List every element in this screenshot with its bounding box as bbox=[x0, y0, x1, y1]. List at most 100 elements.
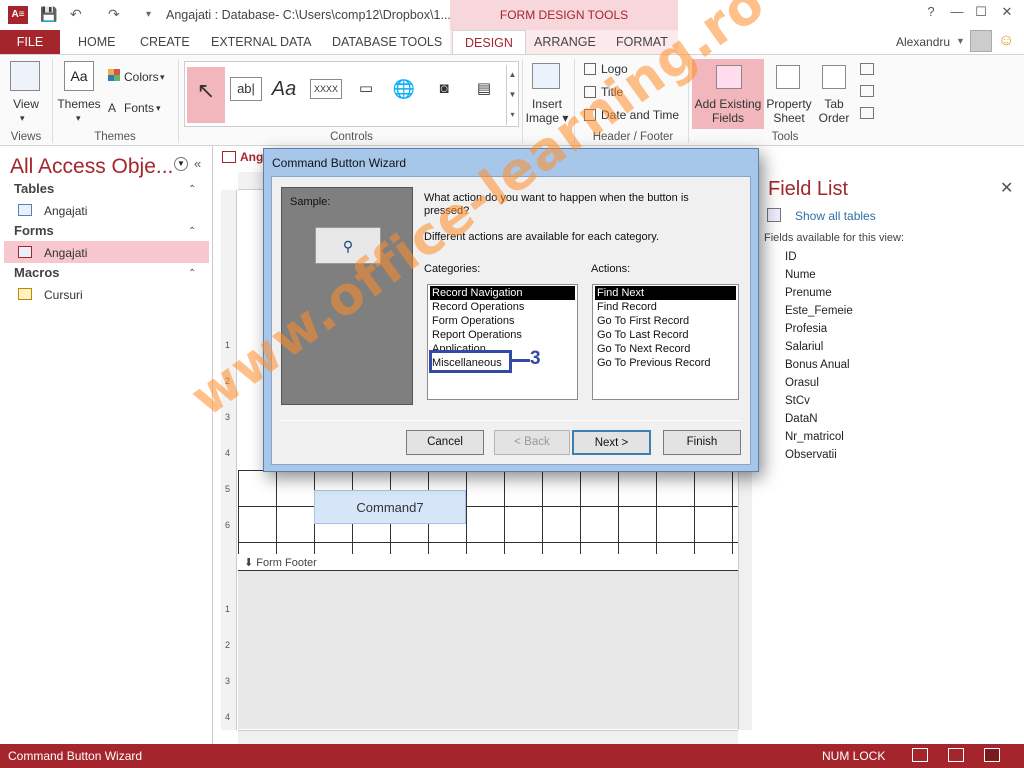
field-item[interactable]: Salariul bbox=[785, 341, 823, 353]
close-icon[interactable]: ✕ bbox=[1000, 178, 1013, 198]
show-all-tables-link[interactable]: Show all tables bbox=[795, 209, 876, 223]
view-dropdown-icon[interactable]: ▾ bbox=[20, 111, 25, 125]
web-browser-control-icon[interactable]: ◙ bbox=[428, 73, 460, 105]
date-time-icon[interactable] bbox=[584, 109, 596, 121]
form-view-icon[interactable] bbox=[912, 748, 928, 762]
category-item[interactable]: Record Operations bbox=[430, 300, 526, 314]
tab-order-button[interactable]: Tab Order bbox=[816, 97, 852, 125]
command-button-control[interactable]: Command7 bbox=[314, 490, 466, 524]
category-item[interactable]: Form Operations bbox=[430, 314, 517, 328]
action-item[interactable]: Go To Next Record bbox=[595, 342, 692, 356]
title-button[interactable]: Title bbox=[601, 85, 623, 99]
field-item[interactable]: Profesia bbox=[785, 323, 827, 335]
minimize-icon[interactable]: — bbox=[946, 4, 968, 24]
view-icon[interactable] bbox=[10, 61, 40, 91]
user-name[interactable]: Alexandru bbox=[896, 35, 950, 49]
field-item[interactable]: StCv bbox=[785, 395, 810, 407]
pointer-icon[interactable]: ↖ bbox=[190, 75, 222, 107]
collapse-tables-icon[interactable]: ⌃ bbox=[188, 184, 196, 195]
property-sheet-icon[interactable] bbox=[776, 65, 800, 89]
colors-dropdown-icon[interactable]: ▾ bbox=[160, 70, 165, 84]
tab-control-icon[interactable]: ▭ bbox=[350, 73, 382, 105]
back-button[interactable]: < Back bbox=[494, 430, 570, 455]
next-button[interactable]: Next > bbox=[572, 430, 651, 455]
save-icon[interactable]: 💾 bbox=[40, 6, 57, 23]
nav-section-forms[interactable]: Forms bbox=[14, 223, 54, 238]
nav-item-table-angajati[interactable]: Angajati bbox=[44, 204, 87, 218]
subform-icon[interactable] bbox=[860, 63, 874, 75]
nav-item-macro-cursuri[interactable]: Cursuri bbox=[44, 288, 83, 302]
insert-image-button[interactable]: Insert Image ▾ bbox=[524, 97, 570, 125]
logo-button[interactable]: Logo bbox=[601, 62, 628, 76]
nav-item-form-angajati[interactable]: Angajati bbox=[44, 246, 87, 260]
tab-arrange[interactable]: ARRANGE bbox=[522, 30, 608, 54]
collapse-forms-icon[interactable]: ⌃ bbox=[188, 226, 196, 237]
undo-icon[interactable]: ↶ bbox=[70, 6, 82, 23]
show-all-tables-icon[interactable] bbox=[767, 208, 781, 222]
category-item[interactable]: Record Navigation bbox=[430, 286, 575, 300]
tab-file[interactable]: FILE bbox=[0, 30, 60, 54]
action-item[interactable]: Go To Previous Record bbox=[595, 356, 713, 370]
close-window-icon[interactable]: ✕ bbox=[996, 4, 1018, 24]
customize-qat-icon[interactable]: ▾ bbox=[146, 9, 151, 20]
tab-external-data[interactable]: EXTERNAL DATA bbox=[199, 30, 323, 54]
fonts-dropdown-icon[interactable]: ▾ bbox=[156, 101, 161, 115]
view-code-icon[interactable] bbox=[860, 85, 874, 97]
themes-dropdown-icon[interactable]: ▾ bbox=[76, 111, 81, 125]
detail-section-grid[interactable] bbox=[238, 470, 738, 554]
action-item[interactable]: Find Next bbox=[595, 286, 736, 300]
action-item[interactable]: Find Record bbox=[595, 300, 659, 314]
action-item[interactable]: Go To Last Record bbox=[595, 328, 691, 342]
nav-pane-title[interactable]: All Access Obje... bbox=[10, 155, 173, 179]
colors-icon[interactable] bbox=[108, 69, 120, 81]
design-view-icon[interactable] bbox=[984, 748, 1000, 762]
navigation-control-icon[interactable]: ▤ bbox=[468, 73, 500, 105]
textbox-control-icon[interactable]: ab| bbox=[230, 77, 262, 101]
avatar[interactable] bbox=[970, 30, 992, 52]
add-existing-fields-button[interactable]: Add Existing Fields bbox=[692, 97, 764, 125]
logo-icon[interactable] bbox=[584, 63, 596, 75]
form-footer-bar[interactable]: ⬇ Form Footer bbox=[238, 555, 738, 571]
fonts-icon[interactable]: A bbox=[108, 101, 116, 115]
collapse-macros-icon[interactable]: ⌃ bbox=[188, 268, 196, 279]
redo-icon[interactable]: ↷ bbox=[108, 6, 120, 23]
nav-menu-icon[interactable]: ▼ bbox=[174, 157, 188, 171]
document-tab[interactable]: Ang bbox=[240, 150, 263, 164]
button-control-icon[interactable]: XXXX bbox=[310, 79, 342, 99]
field-item[interactable]: Observatii bbox=[785, 449, 837, 461]
field-item[interactable]: Orasul bbox=[785, 377, 819, 389]
nav-section-tables[interactable]: Tables bbox=[14, 181, 54, 196]
user-dropdown-icon[interactable]: ▼ bbox=[956, 36, 965, 46]
themes-button[interactable]: Themes bbox=[56, 97, 102, 111]
category-item[interactable]: Application bbox=[430, 342, 488, 350]
field-item[interactable]: Nr_matricol bbox=[785, 431, 844, 443]
field-item[interactable]: Bonus Anual bbox=[785, 359, 850, 371]
insert-image-icon[interactable] bbox=[532, 63, 560, 89]
horizontal-scrollbar[interactable] bbox=[238, 730, 738, 744]
categories-listbox[interactable]: Record Navigation Record Operations Form… bbox=[427, 284, 578, 400]
date-time-button[interactable]: Date and Time bbox=[601, 108, 679, 122]
tab-design[interactable]: DESIGN bbox=[452, 30, 526, 54]
tab-home[interactable]: HOME bbox=[66, 30, 128, 54]
hyperlink-control-icon[interactable]: 🌐 bbox=[388, 73, 420, 105]
colors-button[interactable]: Colors bbox=[124, 70, 159, 84]
gallery-scroll[interactable]: ▲ ▼ ▾ bbox=[506, 65, 518, 125]
themes-icon[interactable]: Aa bbox=[64, 61, 94, 91]
tab-database-tools[interactable]: DATABASE TOOLS bbox=[320, 30, 454, 54]
tab-format[interactable]: FORMAT bbox=[604, 30, 680, 54]
nav-section-macros[interactable]: Macros bbox=[14, 265, 60, 280]
access-app-icon[interactable]: A≡ bbox=[8, 6, 28, 24]
field-item[interactable]: Prenume bbox=[785, 287, 832, 299]
layout-view-icon[interactable] bbox=[948, 748, 964, 762]
tab-order-icon[interactable] bbox=[822, 65, 846, 89]
field-item[interactable]: DataN bbox=[785, 413, 818, 425]
property-sheet-button[interactable]: Property Sheet bbox=[764, 97, 814, 125]
help-icon[interactable]: ? bbox=[920, 4, 942, 24]
view-button[interactable]: View bbox=[6, 97, 46, 111]
fonts-button[interactable]: Fonts bbox=[124, 101, 154, 115]
form-footer-section[interactable] bbox=[238, 571, 738, 729]
field-item[interactable]: Nume bbox=[785, 269, 816, 281]
category-item[interactable]: Report Operations bbox=[430, 328, 524, 342]
maximize-icon[interactable]: ☐ bbox=[970, 4, 992, 24]
cancel-button[interactable]: Cancel bbox=[406, 430, 484, 455]
